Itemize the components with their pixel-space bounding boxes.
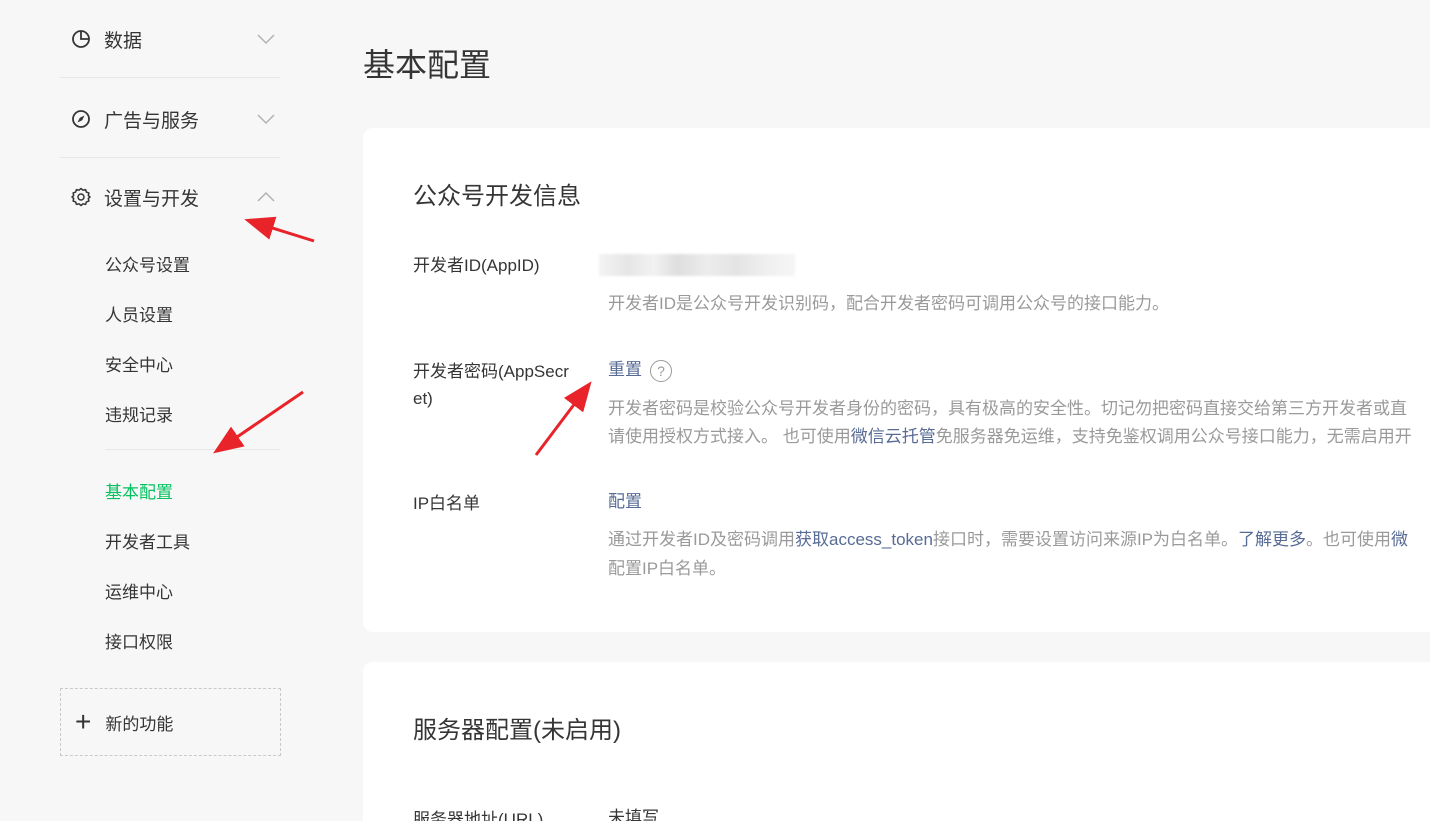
nav-group-label: 设置与开发 bbox=[104, 188, 200, 210]
sidebar-item-account-settings[interactable]: 公众号设置 bbox=[105, 251, 190, 276]
ip-desc-text: 通过开发者ID及密码调用 bbox=[608, 530, 795, 549]
learn-more-link[interactable]: 了解更多 bbox=[1238, 530, 1306, 549]
server-config-title: 服务器配置(未启用) bbox=[413, 717, 621, 744]
appsecret-description-line1: 开发者密码是校验公众号开发者身份的密码，具有极高的安全性。切记勿把密码直接交给第… bbox=[608, 399, 1407, 418]
nav-group-settings: 设置与开发 bbox=[60, 160, 280, 238]
appid-description: 开发者ID是公众号开发识别码，配合开发者密码可调用公众号的接口能力。 bbox=[608, 294, 1169, 313]
nav-group-ads: 广告与服务 bbox=[60, 80, 280, 158]
wechat-cloud-hosting-link[interactable]: 微信云托管 bbox=[851, 427, 936, 446]
server-config-card: 服务器配置(未启用) 服务器地址(URL) 未填写 bbox=[363, 662, 1430, 821]
help-icon[interactable]: ? bbox=[650, 359, 672, 382]
sidebar: 数据 广告与服务 设置与开发 公众号设置 人员设置 安全中心 违规记录 基本配置… bbox=[0, 0, 340, 821]
appsecret-description-line2: 请使用授权方式接入。 也可使用微信云托管免服务器免运维，支持免鉴权调用公众号接口… bbox=[608, 422, 1412, 452]
nav-group-data-header[interactable]: 数据 bbox=[70, 24, 275, 54]
appid-value-redacted bbox=[599, 254, 795, 276]
nav-group-ads-header[interactable]: 广告与服务 bbox=[70, 104, 275, 134]
dev-info-card: 公众号开发信息 开发者ID(AppID) 开发者ID是公众号开发识别码，配合开发… bbox=[363, 128, 1430, 632]
ip-whitelist-actions: 配置 bbox=[608, 487, 642, 517]
new-feature-button[interactable]: + 新的功能 bbox=[60, 688, 281, 756]
ip-desc-text: 接口时，需要设置访问来源IP为白名单。 bbox=[932, 530, 1239, 549]
sidebar-item-security-center[interactable]: 安全中心 bbox=[105, 351, 173, 376]
chevron-up-icon bbox=[257, 188, 275, 206]
sidebar-item-ops-center[interactable]: 运维中心 bbox=[105, 578, 173, 603]
wechat-link[interactable]: 微 bbox=[1391, 530, 1408, 549]
appsecret-desc-text: 免服务器免运维，支持免鉴权调用公众号接口能力，无需启用开 bbox=[935, 427, 1412, 446]
sidebar-item-staff-settings[interactable]: 人员设置 bbox=[105, 301, 173, 326]
reset-secret-link[interactable]: 重置 bbox=[608, 360, 642, 379]
new-feature-label: 新的功能 bbox=[105, 714, 174, 734]
gear-icon bbox=[70, 186, 92, 208]
appsecret-label: 开发者密码(AppSecret) bbox=[413, 362, 569, 408]
chevron-down-icon bbox=[257, 30, 275, 48]
configure-ip-link[interactable]: 配置 bbox=[608, 492, 642, 511]
sidebar-item-developer-tools[interactable]: 开发者工具 bbox=[105, 528, 190, 553]
sidebar-item-basic-config[interactable]: 基本配置 bbox=[105, 478, 173, 503]
sidebar-divider bbox=[105, 449, 280, 450]
ip-whitelist-description-line2: 配置IP白名单。 bbox=[608, 559, 727, 578]
compass-icon bbox=[70, 108, 92, 130]
plus-icon: + bbox=[75, 706, 92, 737]
sidebar-item-violation-records[interactable]: 违规记录 bbox=[105, 401, 173, 426]
dev-info-title: 公众号开发信息 bbox=[413, 183, 581, 210]
appsecret-actions: 重置? bbox=[608, 355, 672, 385]
page-title: 基本配置 bbox=[363, 47, 492, 83]
server-url-label: 服务器地址(URL) bbox=[413, 810, 544, 821]
nav-group-label: 数据 bbox=[104, 30, 143, 52]
ip-whitelist-description-line1: 通过开发者ID及密码调用获取access_token接口时，需要设置访问来源IP… bbox=[608, 525, 1408, 555]
ip-desc-text: 。也可使用 bbox=[1306, 530, 1392, 549]
nav-group-data: 数据 bbox=[60, 0, 280, 78]
ip-whitelist-label: IP白名单 bbox=[413, 494, 481, 513]
pie-chart-icon bbox=[70, 28, 92, 50]
appsecret-desc-text: 请使用授权方式接入。 也可使用 bbox=[608, 427, 851, 446]
get-access-token-link[interactable]: 获取access_token bbox=[795, 530, 933, 549]
appid-label: 开发者ID(AppID) bbox=[413, 256, 540, 275]
sidebar-item-api-permissions[interactable]: 接口权限 bbox=[105, 628, 173, 653]
nav-group-label: 广告与服务 bbox=[104, 110, 200, 132]
chevron-down-icon bbox=[257, 110, 275, 128]
server-url-value: 未填写 bbox=[608, 808, 659, 821]
nav-group-settings-header[interactable]: 设置与开发 bbox=[70, 182, 275, 212]
